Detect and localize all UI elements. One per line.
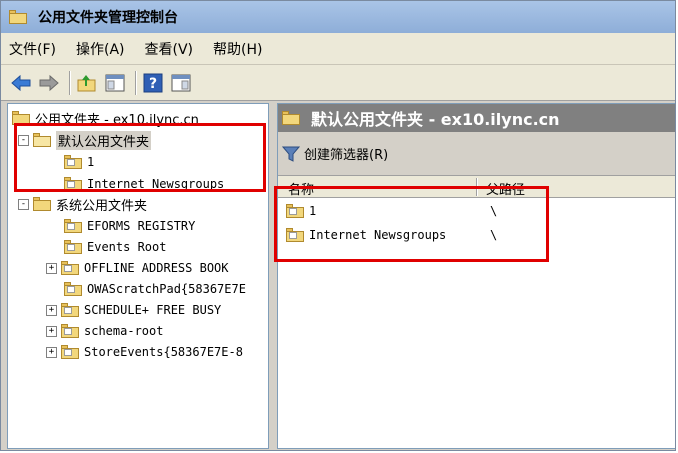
tree-item-owascratchpad[interactable]: OWAScratchPad{58367E7E [64, 279, 246, 299]
column-header-parent-path[interactable]: 父路径 [486, 179, 525, 198]
tree-item-label: 1 [87, 155, 95, 169]
show-hide-tree-icon[interactable] [103, 71, 127, 95]
tree-item-offline-address-book[interactable]: + OFFLINE ADDRESS BOOK [46, 258, 229, 278]
column-divider[interactable] [476, 178, 478, 196]
public-folder-icon [286, 228, 304, 242]
title-bar: 公用文件夹管理控制台 [1, 1, 675, 33]
tree-item-storeevents[interactable]: + StoreEvents{58367E7E-8 [46, 342, 243, 362]
collapse-icon[interactable]: - [18, 134, 29, 146]
tree-item-label: Internet Newsgroups [87, 177, 225, 191]
tree-item-label: EFORMS REGISTRY [87, 219, 196, 233]
public-folder-icon [64, 282, 82, 296]
tree-root-label: 公用文件夹 - ex10.ilync.cn [35, 112, 199, 128]
folder-icon [12, 111, 30, 125]
tree-item-label: 系统公用文件夹 [56, 198, 148, 214]
tree-item-label: Events Root [87, 240, 167, 254]
list-item-name: 1 [309, 204, 317, 218]
console-tree-icon[interactable] [169, 71, 193, 95]
list-item[interactable]: Internet Newsgroups \ [278, 224, 675, 246]
tree-item-schema-root[interactable]: + schema-root [46, 321, 163, 341]
forward-icon[interactable] [37, 71, 61, 95]
tree-item-folder-1[interactable]: 1 [64, 152, 94, 172]
list-item-name: Internet Newsgroups [309, 228, 447, 242]
filter-bar: 创建筛选器(R) [278, 132, 675, 176]
list-item[interactable]: 1 \ [278, 200, 675, 222]
svg-text:?: ? [149, 76, 157, 92]
menu-view[interactable]: 查看(V) [145, 39, 194, 59]
window-title: 公用文件夹管理控制台 [38, 10, 178, 26]
tree-item-label: OFFLINE ADDRESS BOOK [84, 261, 229, 275]
expand-icon[interactable]: + [46, 325, 57, 337]
back-icon[interactable] [9, 71, 33, 95]
pane-splitter[interactable] [269, 103, 277, 449]
list-header: 名称 父路径 [278, 176, 675, 198]
tree-item-default-public-folders[interactable]: - 默认公用文件夹 [18, 130, 152, 150]
tree-item-label: OWAScratchPad{58367E7E [87, 282, 246, 296]
menu-file[interactable]: 文件(F) [9, 39, 56, 59]
tree-item-schedule-free-busy[interactable]: + SCHEDULE+ FREE BUSY [46, 300, 221, 320]
public-folder-icon [64, 177, 82, 191]
create-filter-button[interactable]: 创建筛选器(R) [282, 144, 388, 163]
list-item-parent: \ [490, 204, 498, 218]
console-tree-pane[interactable]: 公用文件夹 - ex10.ilync.cn - 默认公用文件夹 1 Intern… [7, 103, 269, 449]
expand-icon[interactable]: + [46, 304, 57, 316]
menu-help[interactable]: 帮助(H) [213, 39, 262, 59]
mmc-window: 公用文件夹管理控制台 文件(F) 操作(A) 查看(V) 帮助(H) ? 公用文… [0, 0, 676, 451]
menu-bar: 文件(F) 操作(A) 查看(V) 帮助(H) [1, 33, 675, 65]
tree-item-eforms-registry[interactable]: EFORMS REGISTRY [64, 216, 195, 236]
details-title: 默认公用文件夹 - ex10.ilync.cn [311, 110, 560, 129]
public-folder-icon [64, 155, 82, 169]
tree-item-internet-newsgroups[interactable]: Internet Newsgroups [64, 174, 224, 194]
help-icon[interactable]: ? [141, 71, 165, 95]
folder-icon [282, 111, 300, 125]
tree-item-label: SCHEDULE+ FREE BUSY [84, 303, 222, 317]
tree-item-system-public-folders[interactable]: - 系统公用文件夹 [18, 194, 147, 214]
public-folder-icon [61, 324, 79, 338]
tree-item-label: 默认公用文件夹 [56, 130, 152, 150]
up-folder-icon[interactable] [75, 71, 99, 95]
create-filter-label: 创建筛选器(R) [304, 148, 389, 163]
public-folder-icon [61, 345, 79, 359]
folder-icon [33, 197, 51, 211]
details-pane: 默认公用文件夹 - ex10.ilync.cn 创建筛选器(R) 名称 父路径 … [277, 103, 675, 449]
app-folder-icon [9, 10, 27, 24]
details-header: 默认公用文件夹 - ex10.ilync.cn [278, 104, 675, 132]
list-item-parent: \ [490, 228, 498, 242]
tree-root[interactable]: 公用文件夹 - ex10.ilync.cn [12, 108, 199, 128]
filter-icon [282, 146, 300, 162]
public-folder-icon [61, 261, 79, 275]
collapse-icon[interactable]: - [18, 198, 29, 210]
expand-icon[interactable]: + [46, 346, 57, 358]
menu-action[interactable]: 操作(A) [76, 39, 125, 59]
public-folder-icon [61, 303, 79, 317]
folder-open-icon [33, 133, 51, 147]
tree-item-label: StoreEvents{58367E7E-8 [84, 345, 243, 359]
expand-icon[interactable]: + [46, 262, 57, 274]
public-folder-icon [64, 240, 82, 254]
toolbar: ? [1, 65, 675, 101]
tree-item-label: schema-root [84, 324, 164, 338]
column-header-name[interactable]: 名称 [288, 179, 314, 198]
tree-item-events-root[interactable]: Events Root [64, 237, 166, 257]
public-folder-icon [64, 219, 82, 233]
public-folder-icon [286, 204, 304, 218]
toolbar-separator [69, 70, 71, 95]
toolbar-separator [135, 70, 137, 95]
